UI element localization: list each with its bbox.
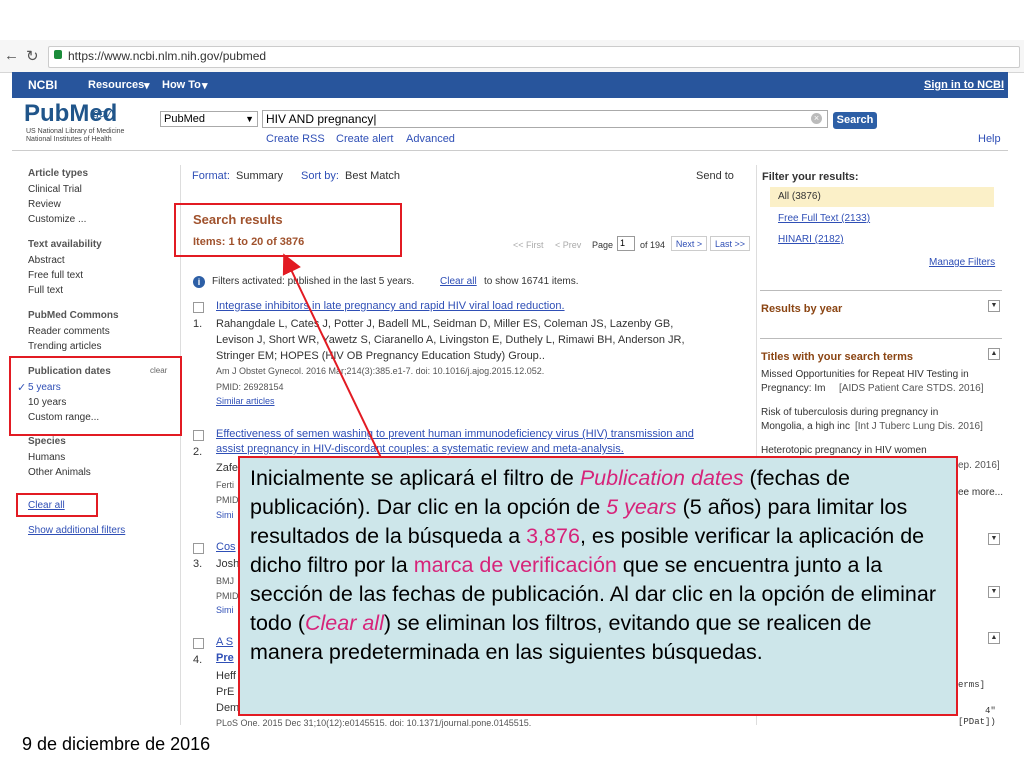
callout-highlight: 3,876 (526, 524, 580, 548)
callout-highlight: Clear all (304, 611, 384, 635)
callout-highlight: 5 years (606, 495, 677, 519)
slide-date: 9 de diciembre de 2016 (22, 734, 211, 754)
annotation-callout: Inicialmente se aplicará el filtro de Pu… (238, 456, 958, 716)
callout-highlight: Publication dates (579, 466, 744, 490)
callout-highlight: marca de verificación (413, 553, 617, 577)
callout-text: Inicialmente se aplicará el filtro de (250, 466, 580, 490)
